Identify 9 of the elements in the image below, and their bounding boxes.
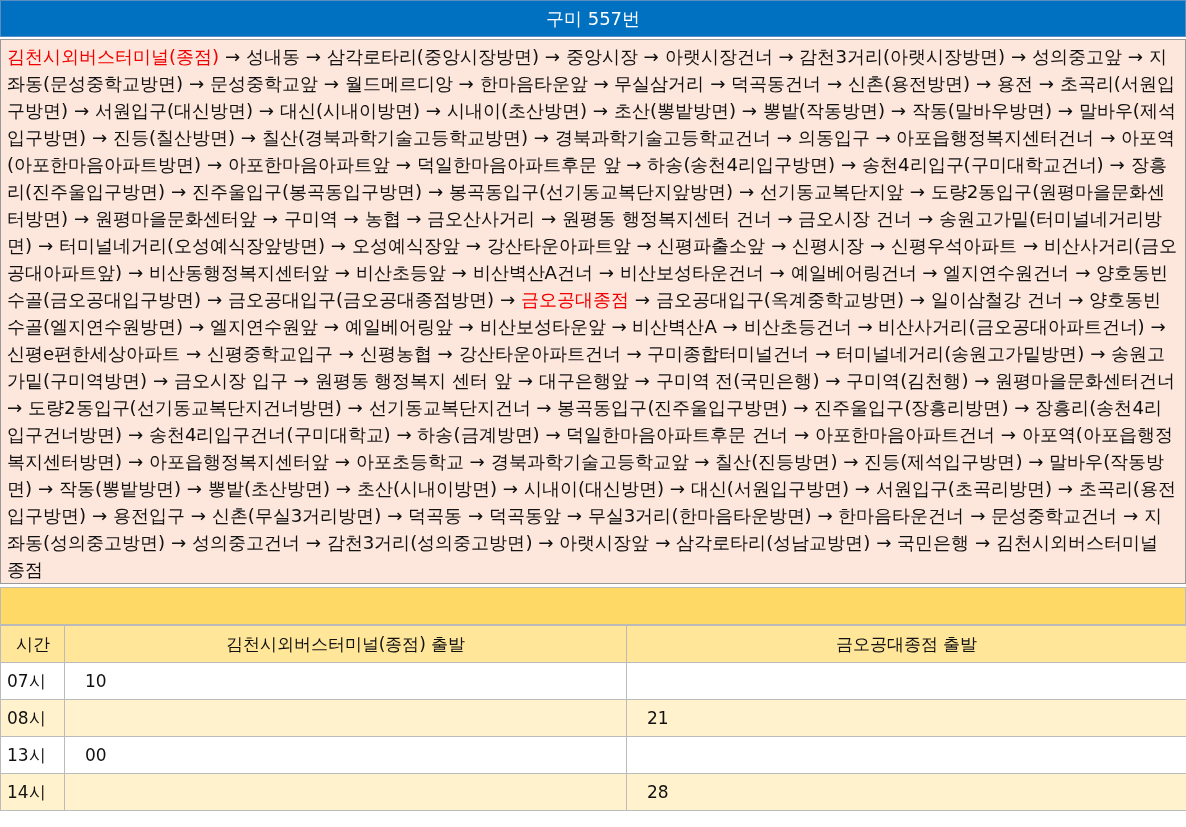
column-header: 김천시외버스터미널(종점) 출발 bbox=[64, 625, 627, 663]
time-cell: 08시 bbox=[0, 699, 65, 737]
column-header: 금오공대종점 출발 bbox=[626, 625, 1186, 663]
time-cell: 14시 bbox=[0, 773, 65, 811]
route-description: 김천시외버스터미널(종점) → 성내동 → 삼각로타리(중앙시장방면) → 중앙시장 → 아랫시장건너 → 감천3거리(아랫시장방면) → 성의중고앞 → 지좌동(문성중학교방면) → 문성중학교앞 → 월드메르디앙 → 한마음타운앞 → 무실삼거리 → 덕곡동건너 → 신촌(용전방면) → 용전 → 초곡리(서원입구방면) → 서원입구(대신방면) → 대신(시내이방면) → 시내이(초산방면) → 초산(뽕밭방면) → 뽕밭(작동방면) → 작동(말바우방면) → 말바우(제석입구방면) → 진등(칠산방면) → 칠산(경북과학기술고등학교방면) → 경북과학기술고등학교건너 → 의동입구 → 아포읍행정복지센터건너 → 아포역(아포한마음아파트방면) → 아포한마음아파트앞 → 덕일한마음아파트후문 앞 → 하송(송천4리입구방면) → 송천4리입구(구미대학교건너) → 장흥리(진주울입구방면) → 진주울입구(봉곡동입구방면) → 봉곡동입구(선기동교복단지앞방면) → 선기동교복단지앞 → 도량2동입구(원평마을문화센터방면) → 원평마을문화센터앞 → 구미역 → 농협 → 금오산사거리 → 원평동 행정복지센터 건너 → 금오시장 건너 → 송원고가밑(터미널네거리방면) → 터미널네거리(오성예식장앞방면) → 오성예식장앞 → 강산타운아파트앞 → 신평파출소앞 → 신평시장 → 신평우석아파트 → 비산사거리(금오공대아파트앞) → 비산동행정복지센터앞 → 비산초등앞 → 비산벽산A건너 → 비산보성타운건너 → 예일베어링건너 → 엘지연수원건너 → 양호동빈수골(금오공대입구방면) → 금오공대입구(금오공대종점방면) → 금오공대종점 → 금오공대입구(옥계중학교방면) → 일이삼철강 건너 → 양호동빈수골(엘지연수원방면) → 엘지연수원앞 → 예일베어링앞 → 비산보성타운앞 → 비산벽산A → 비산초등건너 → 비산사거리(금오공대아파트건너) → 신평e편한세상아파트 → 신평중학교입구 → 신평농협 → 강산타운아파트건너 → 구미종합터미널건너 → 터미널네거리(송원고가밑방면) → 송원고가밑(구미역방면) → 금오시장 입구 → 원평동 행정복지 센터 앞 → 대구은행앞 → 구미역 전(국민은행) → 구미역(김천행) → 원평마을문화센터건너 → 도량2동입구(선기동교복단지건너방면) → 선기동교복단지건너 → 봉곡동입구(진주울입구방면) → 진주울입구(장흥리방면) → 장흥리(송천4리입구건너방면) → 송천4리입구건너(구미대학교) → 하송(금계방면) → 덕일한마음아파트후문 건너 → 아포한마음아파트건너 → 아포역(아포읍행정복지센터방면) → 아포읍행정복지센터앞 → 아포초등학교 → 경북과학기술고등학교앞 → 칠산(진등방면) → 진등(제석입구방면) → 말바우(작동방면) → 작동(뽕밭방면) → 뽕밭(초산방면) → 초산(시내이방면) → 시내이(대신방면) → 대신(서원입구방면) → 서원입구(초곡리방면) → 초곡리(용전입구방면) → 용전입구 → 신촌(무실3거리방면) → 덕곡동 → 덕곡동앞 → 무실3거리(한마음타운방면) → 한마음타운건너 → 문성중학교건너 → 지좌동(성의중고방면) → 성의중고건너 → 감천3거리(성의중고방면) → 아랫시장앞 → 삼각로타리(성남교방면) → 국민은행 → 김천시외버스터미널 종점 bbox=[0, 39, 1186, 584]
table-cell: 28 bbox=[626, 773, 1186, 811]
column-header: 시간 bbox=[0, 625, 65, 663]
page-title: 구미 557번 bbox=[0, 0, 1186, 37]
table-cell: 21 bbox=[626, 699, 1186, 737]
